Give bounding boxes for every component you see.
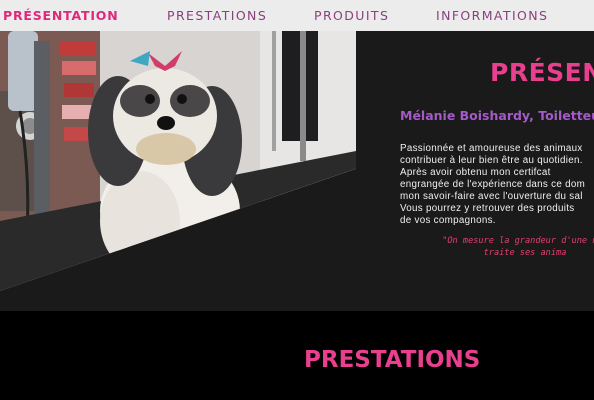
nav-item-informations[interactable]: INFORMATIONS <box>436 0 548 31</box>
quote-line: "On mesure la grandeur d'une nat <box>442 236 594 246</box>
top-navigation: PRÉSENTATION PRESTATIONS PRODUITS INFORM… <box>0 0 594 31</box>
nav-item-produits[interactable]: PRODUITS <box>314 0 389 31</box>
nav-item-presentation[interactable]: PRÉSENTATION <box>3 0 118 31</box>
prestations-title: PRESTATIONS <box>304 347 481 373</box>
prestations-section: PRESTATIONS <box>0 311 594 400</box>
quote: "On mesure la grandeur d'une nat traite … <box>405 235 594 259</box>
dog-grooming-photo <box>0 31 356 291</box>
paragraph-line: Vous pourrez y retrouver des produits <box>400 203 575 214</box>
quote-line: traite ses anima <box>483 248 567 258</box>
section-title: PRÉSENT <box>490 58 594 87</box>
nav-item-prestations[interactable]: PRESTATIONS <box>167 0 267 31</box>
paragraph-line: de vos compagnons. <box>400 215 496 226</box>
paragraph-line: contribuer à leur bien être au quotidien… <box>400 155 583 166</box>
paragraph-line: engrangée de l'expérience dans ce dom <box>400 179 586 190</box>
paragraph-line: mon savoir-faire avec l'ouverture du sal <box>400 191 583 202</box>
owner-subtitle: Mélanie Boishardy, Toiletteuse <box>400 108 594 123</box>
presentation-section: PRÉSENT Mélanie Boishardy, Toiletteuse P… <box>0 31 594 311</box>
paragraph-line: Passionnée et amoureuse des animaux <box>400 143 583 154</box>
paragraph-line: Après avoir obtenu mon certifcat <box>400 167 551 178</box>
presentation-paragraph: Passionnée et amoureuse des animaux cont… <box>400 143 594 227</box>
